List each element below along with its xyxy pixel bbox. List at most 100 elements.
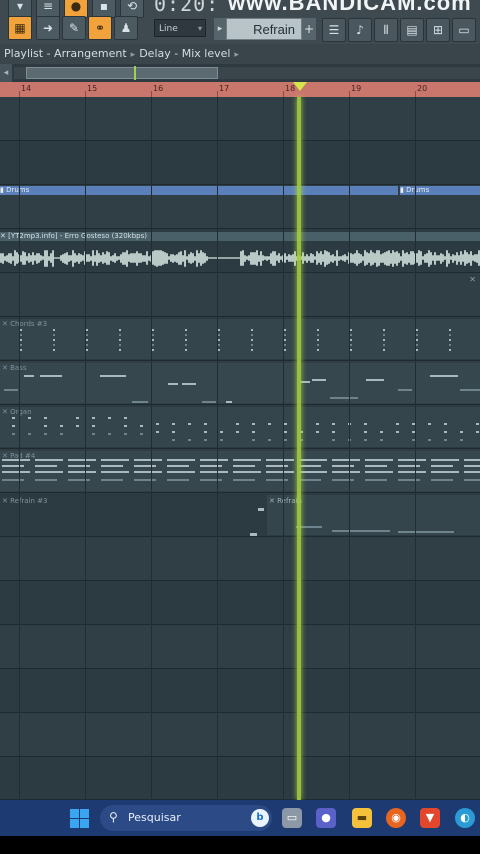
midi-note [317,334,319,336]
midi-note [132,401,148,403]
midi-note [86,344,88,346]
track-lane[interactable] [0,669,480,713]
file-explorer-icon[interactable]: ▬ [352,808,372,828]
midi-note [383,334,385,336]
midi-note [220,439,223,441]
midi-note [204,439,207,441]
drums-clip[interactable]: ▮ Drums [0,186,398,195]
midi-note [383,344,385,346]
chevron-down-icon: ▾ [197,24,202,33]
midi-note [236,423,239,425]
stamp-icon[interactable]: ♟ [114,16,138,40]
playhead[interactable] [297,97,301,800]
drums-clip[interactable]: ▮ Drums [400,186,480,195]
mixer-icon[interactable]: ⫴ [374,18,398,42]
audio-lane[interactable]: ✕ [YT2mp3.info] - Erro Gosteso (320kbps) [0,229,480,273]
midi-note [284,334,286,336]
playlist-icon[interactable]: ☰ [322,18,346,42]
bass-clip[interactable] [0,363,480,403]
edge-icon[interactable]: ◐ [455,808,475,828]
clip-close-icon[interactable]: ✕ [469,275,476,284]
chords-clip[interactable] [0,319,480,359]
track-lane[interactable] [0,141,480,185]
overview-scroll-thumb[interactable] [26,67,218,79]
link-icon[interactable]: ⚭ [88,16,112,40]
browser-icon[interactable]: ⊞ [426,18,450,42]
pad-lane[interactable]: ✕ Pad #4 [0,449,480,493]
drums-clip-label: Drums [406,186,430,194]
windows-taskbar: ⚲ Pesquisar b ▭ ● ▬ ◉ ▼ ◐ [0,800,480,836]
midi-note [233,479,255,481]
midi-note [284,339,286,341]
midi-note [35,471,63,473]
audio-clip-header[interactable]: ✕ [YT2mp3.info] - Erro Gosteso (320kbps) [0,232,480,241]
midi-note [28,433,31,435]
channel-rack-icon[interactable]: ▤ [400,18,424,42]
brave-icon[interactable]: ▼ [420,808,440,828]
midi-note [330,397,358,399]
midi-note [431,471,459,473]
midi-note [86,329,88,331]
midi-note [317,349,319,351]
snap-value: Line [159,24,178,34]
track-lane[interactable]: ✕ [0,273,480,317]
piano-roll-icon[interactable]: ♪ [348,18,372,42]
midi-note [4,389,18,391]
pencil-icon[interactable]: ✎ [62,16,86,40]
refrain-lane[interactable]: ✕ Refrain #3 ✕ Refrain [0,493,480,537]
chords-lane[interactable]: ✕ Chords #3 [0,317,480,361]
midi-note [86,339,88,341]
pattern-song-icon[interactable]: ▦ [8,16,32,40]
midi-note [464,459,480,461]
add-pattern-button[interactable]: + [302,18,316,40]
playlist-tracks[interactable]: ▮ Drums ▮ Drums ✕ [YT2mp3.info] - Erro G… [0,97,480,800]
track-lane[interactable] [0,537,480,581]
bar-number: 15 [87,84,98,93]
task-view-icon[interactable]: ▭ [282,808,302,828]
midi-note [134,459,162,461]
midi-note [396,431,399,433]
pattern-selector[interactable]: Refrain [226,18,302,40]
plugin-icon[interactable]: ▭ [452,18,476,42]
track-lane[interactable] [0,97,480,141]
playlist-titlebar: Playlist - Arrangement ▸ Delay - Mix level… [0,44,480,64]
organ-lane[interactable]: ✕ Organ [0,405,480,449]
taskbar-search[interactable]: ⚲ Pesquisar b [100,805,272,831]
windows-start-icon[interactable] [70,809,89,828]
midi-note [101,479,123,481]
search-icon: ⚲ [109,810,118,824]
organ-clip[interactable] [0,407,480,447]
meet-icon[interactable]: ● [316,808,336,828]
midi-note [299,479,321,481]
midi-note [28,417,31,419]
bing-icon[interactable]: b [251,809,269,827]
midi-note [220,431,223,433]
timeline-ruler[interactable]: 14 15 16 17 18 19 20 [0,82,480,97]
midi-note [464,465,480,467]
midi-note [119,339,121,341]
track-lane[interactable] [0,625,480,669]
playlist-overview[interactable]: ◂ [0,64,480,82]
time-display: 0:20: [154,0,220,16]
midi-note [35,479,57,481]
song-position-marker[interactable] [293,82,307,91]
bass-lane[interactable]: ✕ Bass [0,361,480,405]
midi-note [40,375,62,377]
refrain-note [398,531,454,533]
midi-note [185,329,187,331]
track-lane[interactable] [0,757,480,800]
scroll-left-icon[interactable]: ◂ [0,64,12,82]
bar-number: 20 [417,84,428,93]
track-lane[interactable] [0,713,480,757]
midi-note [92,425,95,427]
arrow-icon[interactable]: ➜ [36,16,60,40]
midi-note [431,465,453,467]
snap-select[interactable]: Line ▾ [154,19,206,37]
midi-note [316,431,319,433]
midi-note [476,431,479,433]
firefox-icon[interactable]: ◉ [386,808,406,828]
track-lane[interactable] [0,581,480,625]
midi-note [398,479,420,481]
drums-lane[interactable]: ▮ Drums ▮ Drums [0,185,480,229]
pattern-prev-icon[interactable]: ▸ [214,18,226,40]
